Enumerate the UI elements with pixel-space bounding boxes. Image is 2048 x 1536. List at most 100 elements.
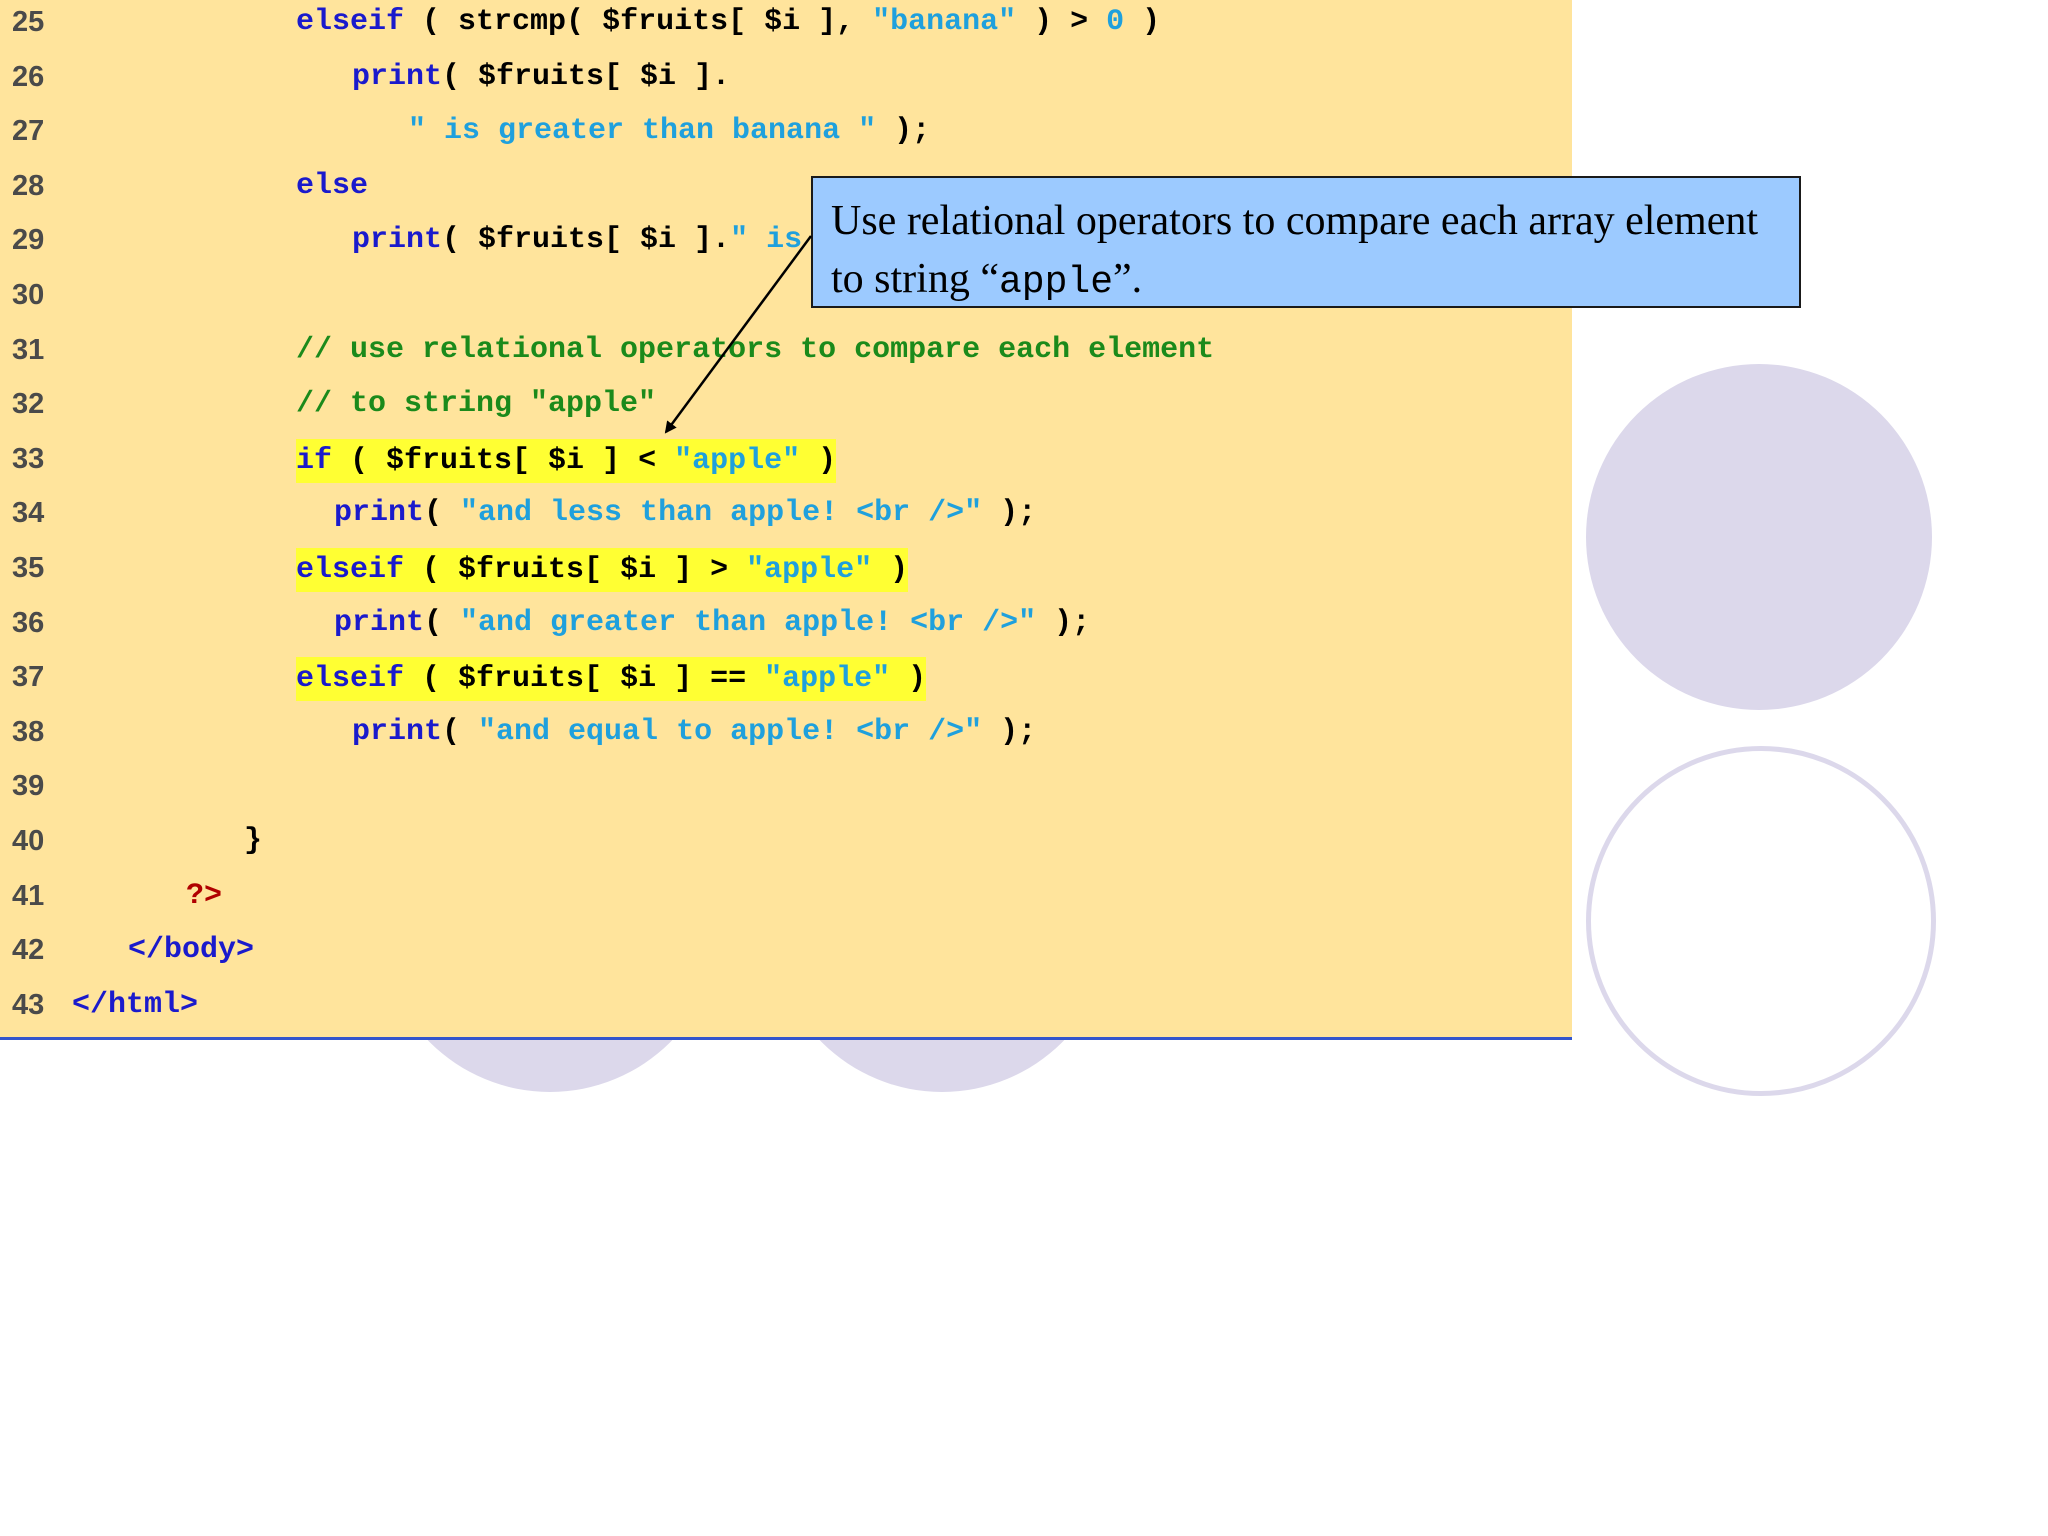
code-text: else xyxy=(296,166,368,206)
code-text: print( "and greater than apple! <br />" … xyxy=(334,603,1090,643)
line-number: 26 xyxy=(12,60,45,93)
code-token: "and greater than apple! <br />" xyxy=(460,605,1037,640)
code-token: ) > xyxy=(1016,5,1107,39)
line-number: 36 xyxy=(12,606,45,639)
line-number: 40 xyxy=(12,825,45,857)
code-token: print xyxy=(352,223,443,258)
callout-text-before: Use relational operators to compare each… xyxy=(831,198,1759,302)
code-line: 35 elseif ( $fruits[ $i ] > "apple" ) xyxy=(0,548,1572,602)
code-text: </body> xyxy=(128,930,254,970)
code-token: "apple" xyxy=(746,553,873,587)
code-line: 27 " is greater than banana " ); xyxy=(0,111,1572,165)
code-line: 43 </html> xyxy=(0,985,1572,1039)
code-line: 42 </body> xyxy=(0,930,1572,984)
line-number: 32 xyxy=(12,388,45,421)
code-token: "apple" xyxy=(764,662,891,697)
callout-text-after: ”. xyxy=(1113,256,1143,302)
code-line: 36 print( "and greater than apple! <br />… xyxy=(0,603,1572,657)
code-text: print( $fruits[ $i ]. xyxy=(352,57,730,97)
code-line: 32 // to string "apple" xyxy=(0,384,1572,438)
code-token: ( $fruits[ $i ]. xyxy=(442,59,731,94)
code-text: </html> xyxy=(72,985,198,1025)
code-token: "and equal to apple! <br />" xyxy=(478,714,983,749)
code-token: ( xyxy=(424,605,461,640)
line-number: 25 xyxy=(12,6,45,38)
code-token: print xyxy=(352,59,443,94)
code-listing-panel: 25 elseif ( strcmp( $fruits[ $i ], "banan… xyxy=(0,0,1572,1040)
line-number: 34 xyxy=(12,497,45,530)
code-token: elseif xyxy=(296,5,405,39)
line-number: 33 xyxy=(12,442,45,475)
code-token: "and less than apple! <br />" xyxy=(460,496,983,531)
code-token: print xyxy=(334,605,425,640)
line-number: 29 xyxy=(12,224,45,257)
code-text: elseif ( strcmp( $fruits[ $i ], "banana"… xyxy=(296,2,1160,42)
code-token: "banana" xyxy=(872,5,1017,39)
code-text: // to string "apple" xyxy=(296,384,656,424)
code-token: ); xyxy=(876,114,931,149)
code-token: 0 xyxy=(1106,5,1125,39)
code-text: print( $fruits[ $i ]." is xyxy=(352,220,802,260)
code-token: elseif xyxy=(296,553,405,587)
code-token: // use relational operators to compare e… xyxy=(296,332,1215,367)
code-line: 41 ?> xyxy=(0,876,1572,930)
line-number: 27 xyxy=(12,115,45,148)
code-token: ); xyxy=(982,714,1037,749)
code-token: </html> xyxy=(72,987,199,1022)
code-token: " is greater than banana " xyxy=(408,114,877,149)
line-number: 37 xyxy=(12,661,45,694)
code-line: 38 print( "and equal to apple! <br />" ); xyxy=(0,712,1572,766)
code-token: ); xyxy=(1036,605,1091,640)
code-token: elseif xyxy=(296,662,405,697)
code-token: } xyxy=(244,824,263,858)
code-token: print xyxy=(334,496,425,531)
code-token: " is xyxy=(730,223,803,258)
code-token: ) xyxy=(1124,5,1161,39)
code-token: if xyxy=(296,443,333,478)
decorative-circle-outline xyxy=(1586,746,1936,1096)
highlighted-code-text: elseif ( $fruits[ $i ] > "apple" ) xyxy=(296,548,909,592)
code-line: 26 print( $fruits[ $i ]. xyxy=(0,57,1572,111)
callout-code: apple xyxy=(998,261,1114,304)
code-token: ( $fruits[ $i ] == xyxy=(404,662,765,697)
code-token: ) xyxy=(872,553,909,587)
highlighted-code-text: elseif ( $fruits[ $i ] == "apple" ) xyxy=(296,657,927,702)
code-token: ( strcmp( $fruits[ $i ], xyxy=(404,5,873,39)
code-line: 25 elseif ( strcmp( $fruits[ $i ], "banan… xyxy=(0,2,1572,56)
code-text: print( "and equal to apple! <br />" ); xyxy=(352,712,1036,752)
code-token: ?> xyxy=(186,878,223,913)
code-token: "apple" xyxy=(674,443,801,478)
code-token: ( xyxy=(424,496,461,531)
code-token: print xyxy=(352,714,443,749)
line-number: 30 xyxy=(12,279,45,311)
code-line: 33 if ( $fruits[ $i ] < "apple" ) xyxy=(0,438,1572,493)
code-token: ) xyxy=(890,662,927,697)
code-token: else xyxy=(296,168,369,203)
code-line: 31 // use relational operators to compare… xyxy=(0,330,1572,384)
callout-box: Use relational operators to compare each… xyxy=(811,176,1801,308)
line-number: 31 xyxy=(12,333,45,366)
code-token: ) xyxy=(800,443,837,478)
code-text: // use relational operators to compare e… xyxy=(296,330,1214,370)
line-number: 42 xyxy=(12,934,45,967)
code-line: 34 print( "and less than apple! <br />" )… xyxy=(0,493,1572,547)
code-text: ?> xyxy=(186,876,222,916)
code-line: 37 elseif ( $fruits[ $i ] == "apple" ) xyxy=(0,657,1572,711)
code-token: ( $fruits[ $i ] > xyxy=(404,553,747,587)
code-line: 40} xyxy=(0,821,1572,875)
code-token: ); xyxy=(982,496,1037,531)
code-token: ( $fruits[ $i ] < xyxy=(332,443,675,478)
line-number: 39 xyxy=(12,770,45,803)
code-line: 39 xyxy=(0,766,1572,820)
code-text: print( "and less than apple! <br />" ); xyxy=(334,493,1036,533)
line-number: 35 xyxy=(12,552,45,584)
line-number: 41 xyxy=(12,879,45,912)
line-number: 28 xyxy=(12,169,45,202)
code-token: // to string "apple" xyxy=(296,387,657,422)
line-number: 43 xyxy=(12,988,45,1021)
line-number: 38 xyxy=(12,715,45,748)
highlighted-code-text: if ( $fruits[ $i ] < "apple" ) xyxy=(296,438,837,483)
code-token: ( $fruits[ $i ]. xyxy=(442,223,731,258)
code-token: ( xyxy=(442,714,479,749)
code-text: " is greater than banana " ); xyxy=(408,111,930,151)
